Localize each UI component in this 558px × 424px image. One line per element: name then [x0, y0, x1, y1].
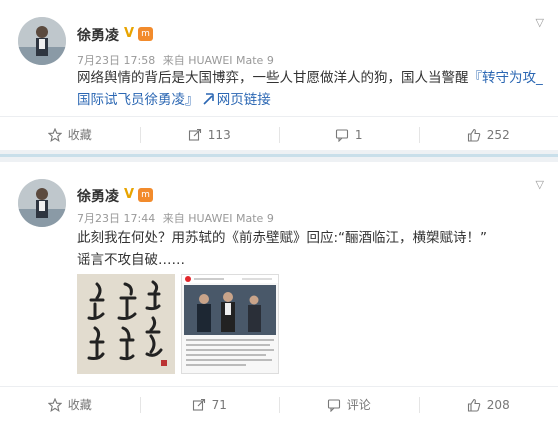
- web-link[interactable]: 网页链接: [203, 92, 271, 108]
- like-count: 208: [486, 397, 510, 412]
- comment-count: 1: [354, 127, 363, 142]
- repost-icon: [192, 398, 205, 411]
- action-bar: 收藏 71 评论 208: [0, 386, 558, 422]
- favorite-button[interactable]: 收藏: [0, 117, 140, 152]
- level-icon: m: [138, 188, 153, 202]
- thumbs-up-icon: [467, 398, 481, 412]
- post-text: 网络舆情的背后是大国博弈，一些人甘愿做洋人的狗，国人当警醒『转守为攻_国际试飞员…: [77, 67, 543, 111]
- post-meta: 7月23日 17:58 来自 HUAWEI Mate 9: [77, 52, 278, 68]
- avatar[interactable]: [18, 179, 66, 227]
- action-bar: 收藏 113 1 252: [0, 116, 558, 152]
- like-button[interactable]: 252: [418, 117, 558, 152]
- like-button[interactable]: 208: [418, 387, 558, 422]
- username[interactable]: 徐勇凌: [77, 186, 119, 206]
- comment-label: 评论: [346, 398, 371, 412]
- comment-icon: [327, 398, 340, 412]
- repost-button[interactable]: 71: [139, 387, 280, 422]
- web-link-label: 网页链接: [216, 92, 271, 108]
- weibo-post: 徐勇凌 V m ▽ 7月23日 17:58 来自 HUAWEI Mate 9 网…: [0, 0, 558, 150]
- post-source: 来自 HUAWEI Mate 9: [162, 212, 274, 225]
- post-source: 来自 HUAWEI Mate 9: [162, 54, 274, 67]
- chevron-down-icon[interactable]: ▽: [536, 178, 544, 191]
- verified-icon: V: [123, 26, 135, 41]
- post-text: 此刻我在何处？用苏轼的《前赤壁赋》回应:“酾酒临江，横槊赋诗！” 谣言不攻自破……: [77, 227, 543, 271]
- username[interactable]: 徐勇凌: [77, 25, 119, 45]
- post-meta: 7月23日 17:44 来自 HUAWEI Mate 9: [77, 210, 278, 226]
- comment-button[interactable]: 评论: [279, 387, 419, 422]
- favorite-button[interactable]: 收藏: [0, 387, 140, 422]
- star-icon: [47, 127, 62, 142]
- verified-icon: V: [123, 187, 135, 202]
- avatar[interactable]: [18, 17, 66, 65]
- post-text-line: 此刻我在何处？用苏轼的《前赤壁赋》回应:“酾酒临江，横槊赋诗！”: [77, 230, 488, 246]
- calligraphy-image[interactable]: [77, 274, 175, 374]
- comment-button[interactable]: 1: [279, 117, 419, 152]
- repost-count: 113: [207, 127, 231, 142]
- level-icon: m: [138, 27, 153, 41]
- post-time[interactable]: 7月23日 17:44: [77, 212, 155, 225]
- favorite-label: 收藏: [67, 398, 92, 412]
- favorite-label: 收藏: [67, 128, 92, 142]
- post-text-main: 网络舆情的背后是大国博弈，一些人甘愿做洋人的狗，国人当警醒: [77, 70, 469, 86]
- chevron-down-icon[interactable]: ▽: [536, 16, 544, 29]
- post-text-line: 谣言不攻自破……: [77, 252, 185, 268]
- link-icon: [203, 93, 214, 105]
- news-screenshot-image[interactable]: [181, 274, 279, 374]
- star-icon: [47, 397, 62, 412]
- repost-icon: [188, 128, 201, 141]
- weibo-post: 徐勇凌 V m ▽ 7月23日 17:44 来自 HUAWEI Mate 9 此…: [0, 162, 558, 424]
- comment-icon: [335, 128, 348, 142]
- repost-button[interactable]: 113: [139, 117, 280, 152]
- repost-count: 71: [211, 397, 227, 412]
- thumbs-up-icon: [467, 128, 481, 142]
- post-divider: [0, 150, 558, 162]
- like-count: 252: [486, 127, 510, 142]
- post-time[interactable]: 7月23日 17:58: [77, 54, 155, 67]
